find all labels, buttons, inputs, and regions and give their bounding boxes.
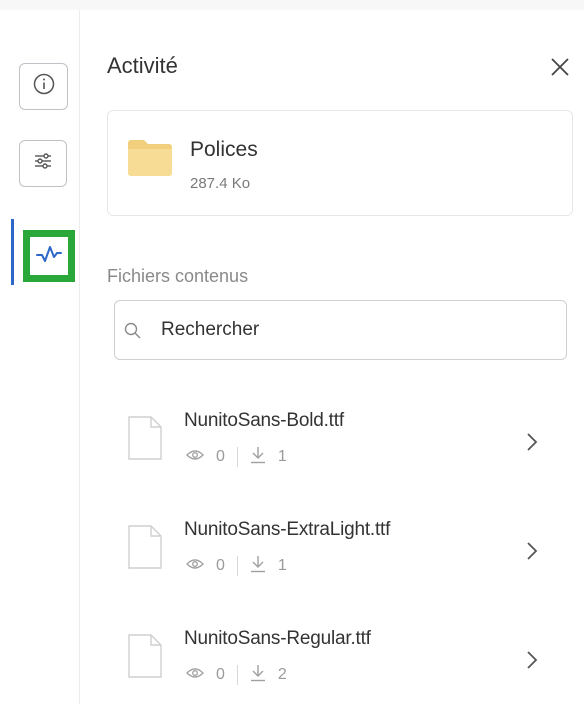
downloads-count: 1	[277, 448, 287, 465]
file-row[interactable]: NunitoSans-Regular.ttf 0 2	[114, 623, 569, 703]
downloads-count: 2	[277, 666, 287, 683]
search-icon	[123, 321, 143, 346]
file-row[interactable]: NunitoSans-ExtraLight.ttf 0 1	[114, 514, 569, 594]
file-row[interactable]: NunitoSans-Bold.ttf 0 1	[114, 405, 569, 485]
panel-title: Activité	[107, 53, 178, 78]
chevron-right-icon[interactable]	[525, 649, 539, 676]
file-name: NunitoSans-ExtraLight.ttf	[184, 519, 391, 540]
activity-icon	[36, 244, 62, 269]
active-indicator	[11, 219, 14, 285]
activity-button[interactable]	[23, 230, 75, 282]
file-icon	[127, 415, 163, 466]
close-button[interactable]	[545, 54, 575, 84]
file-name: NunitoSans-Bold.ttf	[184, 410, 344, 431]
chevron-right-icon[interactable]	[525, 540, 539, 567]
search-input[interactable]	[161, 315, 551, 345]
file-icon	[127, 524, 163, 575]
info-icon	[32, 72, 56, 101]
folder-card: Polices 287.4 Ko	[107, 110, 573, 216]
downloads-count: 1	[277, 557, 287, 574]
folder-name: Polices	[190, 138, 258, 161]
file-icon	[127, 633, 163, 684]
file-name: NunitoSans-Regular.ttf	[184, 628, 371, 649]
stats-divider	[236, 447, 238, 467]
views-count: 0	[216, 666, 225, 683]
section-label: Fichiers contenus	[107, 266, 249, 286]
download-icon	[250, 555, 266, 578]
stats-divider	[236, 556, 238, 576]
chevron-right-icon[interactable]	[525, 431, 539, 458]
views-count: 0	[216, 448, 225, 465]
sliders-icon	[31, 149, 55, 178]
stats-divider	[236, 665, 238, 685]
search-box	[114, 300, 567, 360]
eye-icon	[186, 448, 204, 467]
info-button[interactable]	[19, 63, 68, 110]
file-stats: 0 2	[186, 663, 287, 687]
folder-size: 287.4 Ko	[190, 175, 251, 192]
eye-icon	[186, 557, 204, 576]
close-icon	[549, 56, 571, 83]
folder-icon	[126, 137, 174, 182]
settings-button[interactable]	[19, 140, 67, 187]
views-count: 0	[216, 557, 225, 574]
rail-divider	[79, 10, 80, 704]
top-border	[0, 0, 584, 10]
download-icon	[250, 664, 266, 687]
file-stats: 0 1	[186, 445, 287, 469]
file-stats: 0 1	[186, 554, 287, 578]
download-icon	[250, 446, 266, 469]
eye-icon	[186, 666, 204, 685]
